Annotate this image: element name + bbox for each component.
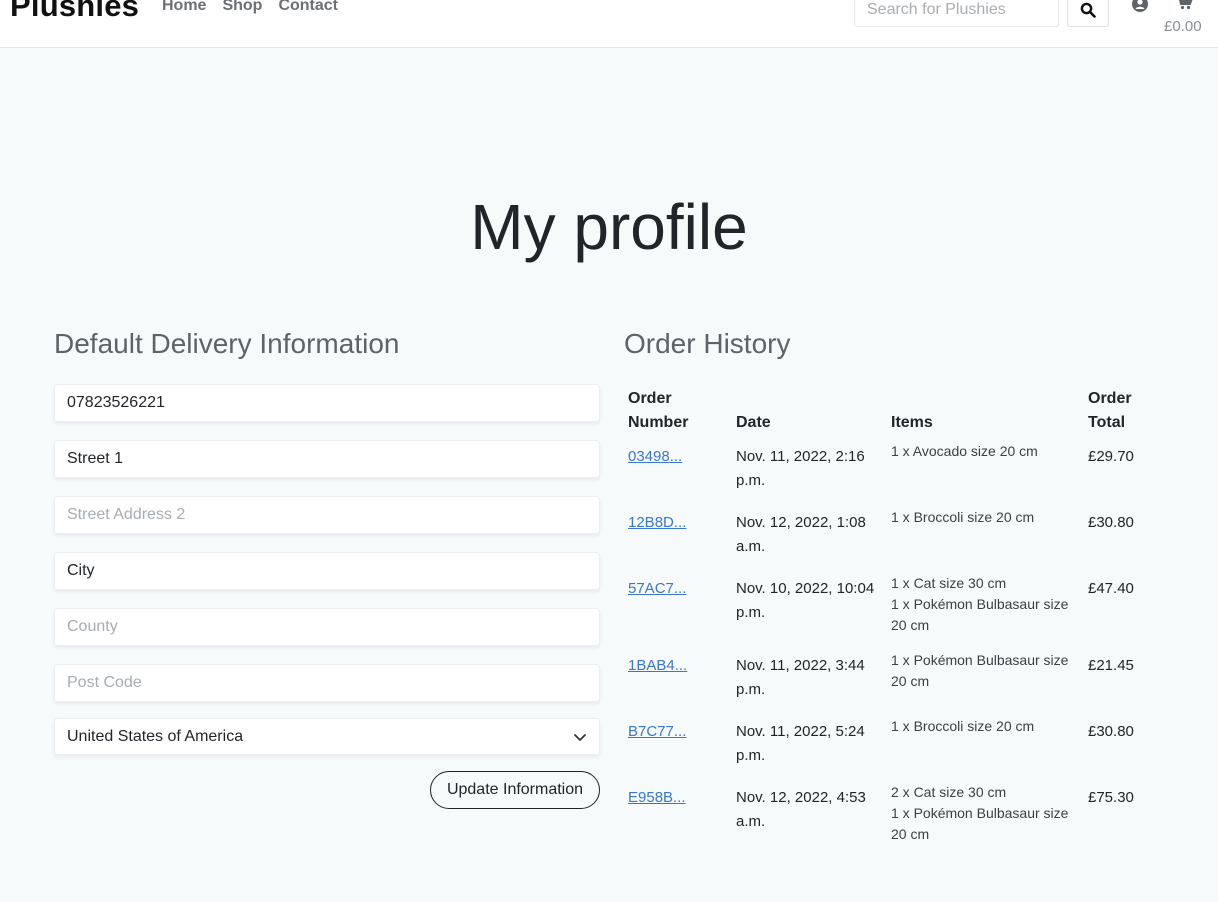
search-button[interactable] bbox=[1067, 0, 1109, 27]
table-row: B7C77... Nov. 11, 2022, 5:24 p.m. 1 x Br… bbox=[620, 714, 1160, 780]
order-total: £47.40 bbox=[1088, 580, 1134, 597]
order-total: £21.45 bbox=[1088, 657, 1134, 674]
order-total: £29.70 bbox=[1088, 448, 1134, 465]
country-select[interactable]: United States of America bbox=[54, 718, 600, 755]
order-items: 1 x Cat size 30 cm 1 x Pokémon Bulbasaur… bbox=[883, 571, 1080, 648]
table-row: 12B8D... Nov. 12, 2022, 1:08 a.m. 1 x Br… bbox=[620, 505, 1160, 571]
order-item: 1 x Pokémon Bulbasaur size 20 cm bbox=[891, 652, 1069, 689]
col-order-total: Order Total bbox=[1088, 390, 1132, 431]
phone-field[interactable] bbox=[54, 384, 600, 422]
order-item: 1 x Avocado size 20 cm bbox=[891, 443, 1038, 459]
order-item: 1 x Broccoli size 20 cm bbox=[891, 509, 1035, 525]
table-row: 57AC7... Nov. 10, 2022, 10:04 p.m. 1 x C… bbox=[620, 571, 1160, 648]
city-field[interactable] bbox=[54, 552, 600, 590]
update-information-button[interactable]: Update Information bbox=[430, 771, 600, 809]
order-number-link[interactable]: 12B8D... bbox=[628, 514, 686, 531]
nav-home-link[interactable]: Home bbox=[162, 0, 206, 15]
col-order-number: Order Number bbox=[628, 390, 689, 431]
order-history-heading: Order History bbox=[624, 328, 791, 359]
country-value: United States of America bbox=[67, 727, 244, 745]
nav-shop-link[interactable]: Shop bbox=[222, 0, 262, 15]
order-item: 2 x Cat size 30 cm bbox=[891, 784, 1007, 800]
order-item: 1 x Pokémon Bulbasaur size 20 cm bbox=[891, 596, 1069, 633]
col-date: Date bbox=[736, 414, 771, 431]
order-date: Nov. 11, 2022, 5:24 p.m. bbox=[736, 723, 865, 764]
brand-logo[interactable]: Plushies bbox=[10, 0, 139, 24]
order-items: 2 x Cat size 30 cm 1 x Pokémon Bulbasaur… bbox=[883, 780, 1080, 857]
main-nav: Home Shop Contact bbox=[162, 0, 338, 15]
table-row: 03498... Nov. 11, 2022, 2:16 p.m. 1 x Av… bbox=[620, 439, 1160, 505]
delivery-heading: Default Delivery Information bbox=[54, 328, 400, 359]
account-icon[interactable] bbox=[1132, 0, 1148, 12]
order-items: 1 x Broccoli size 20 cm bbox=[883, 714, 1080, 780]
cart-total[interactable]: £0.00 bbox=[1164, 18, 1202, 35]
table-row: E958B... Nov. 12, 2022, 4:53 a.m. 2 x Ca… bbox=[620, 780, 1160, 857]
order-number-link[interactable]: B7C77... bbox=[628, 723, 686, 740]
order-total: £30.80 bbox=[1088, 723, 1134, 740]
order-total: £30.80 bbox=[1088, 514, 1134, 531]
street2-field[interactable] bbox=[54, 496, 600, 534]
order-items: 1 x Avocado size 20 cm bbox=[883, 439, 1080, 505]
order-total: £75.30 bbox=[1088, 789, 1134, 806]
order-item: 1 x Cat size 30 cm bbox=[891, 575, 1007, 591]
table-header-row: Order Number Date Items Order Total bbox=[620, 384, 1160, 439]
order-date: Nov. 12, 2022, 1:08 a.m. bbox=[736, 514, 866, 555]
order-items: 1 x Pokémon Bulbasaur size 20 cm bbox=[883, 648, 1080, 714]
county-field[interactable] bbox=[54, 608, 600, 646]
order-item: 1 x Broccoli size 20 cm bbox=[891, 718, 1035, 734]
search-icon bbox=[1080, 2, 1096, 18]
street1-field[interactable] bbox=[54, 440, 600, 478]
order-date: Nov. 11, 2022, 3:44 p.m. bbox=[736, 657, 865, 698]
order-date: Nov. 11, 2022, 2:16 p.m. bbox=[736, 448, 865, 489]
order-items: 1 x Broccoli size 20 cm bbox=[883, 505, 1080, 571]
col-items: Items bbox=[891, 414, 933, 431]
order-number-link[interactable]: 03498... bbox=[628, 448, 682, 465]
search-input[interactable] bbox=[854, 0, 1059, 27]
order-history-table: Order Number Date Items Order Total 0349… bbox=[620, 384, 1160, 857]
order-date: Nov. 10, 2022, 10:04 p.m. bbox=[736, 580, 875, 621]
order-number-link[interactable]: 57AC7... bbox=[628, 580, 686, 597]
postcode-field[interactable] bbox=[54, 664, 600, 702]
order-date: Nov. 12, 2022, 4:53 a.m. bbox=[736, 789, 866, 830]
nav-contact-link[interactable]: Contact bbox=[278, 0, 338, 15]
order-item: 1 x Pokémon Bulbasaur size 20 cm bbox=[891, 805, 1069, 842]
order-number-link[interactable]: E958B... bbox=[628, 789, 686, 806]
cart-icon[interactable] bbox=[1176, 0, 1193, 10]
chevron-down-icon bbox=[574, 733, 586, 741]
top-navbar: Plushies Home Shop Contact £0.00 bbox=[0, 0, 1218, 48]
order-number-link[interactable]: 1BAB4... bbox=[628, 657, 687, 674]
page-title: My profile bbox=[470, 191, 748, 263]
table-row: 1BAB4... Nov. 11, 2022, 3:44 p.m. 1 x Po… bbox=[620, 648, 1160, 714]
